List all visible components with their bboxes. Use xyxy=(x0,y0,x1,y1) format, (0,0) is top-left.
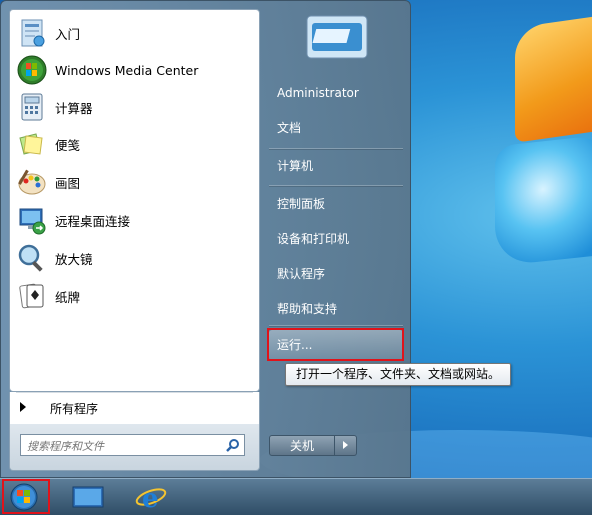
taskbar: e xyxy=(0,478,592,515)
solitaire-icon xyxy=(16,280,48,312)
separator xyxy=(269,185,403,187)
run-highlight-box xyxy=(267,328,404,361)
windows-flag-blue xyxy=(495,133,592,267)
right-item-computer[interactable]: 计算机 xyxy=(269,151,403,181)
right-item-administrator[interactable]: Administrator xyxy=(269,78,403,108)
right-item-devices-printers[interactable]: 设备和打印机 xyxy=(269,224,403,254)
media-center-icon xyxy=(16,54,48,86)
shutdown-button[interactable]: 关机 xyxy=(269,435,335,456)
program-label: 放大镜 xyxy=(55,251,93,267)
separator xyxy=(269,325,403,327)
program-item-media-center[interactable]: Windows Media Center xyxy=(14,51,255,89)
pinned-programs-list: 入门 Windows Media Center 计算器 便笺 画图 远程桌面连接… xyxy=(9,9,260,392)
all-programs-button[interactable]: 所有程序 xyxy=(9,392,260,424)
right-item-help-support[interactable]: 帮助和支持 xyxy=(269,294,403,324)
right-item-default-programs[interactable]: 默认程序 xyxy=(269,259,403,289)
program-label: 入门 xyxy=(55,26,81,42)
windows-flag-orange xyxy=(515,12,592,143)
calculator-icon xyxy=(16,91,48,123)
search-input[interactable] xyxy=(25,437,219,455)
right-item-control-panel[interactable]: 控制面板 xyxy=(269,189,403,219)
start-menu: 入门 Windows Media Center 计算器 便笺 画图 远程桌面连接… xyxy=(0,0,411,478)
separator xyxy=(269,148,403,150)
start-highlight-box xyxy=(2,479,50,514)
program-label: 便笺 xyxy=(55,137,81,153)
program-label: Windows Media Center xyxy=(55,62,199,78)
user-picture[interactable] xyxy=(306,15,368,59)
internet-explorer-icon[interactable]: e xyxy=(133,482,169,514)
paint-icon xyxy=(16,166,48,198)
remote-desktop-icon xyxy=(16,204,48,236)
show-desktop-icon[interactable] xyxy=(70,482,106,512)
program-label: 远程桌面连接 xyxy=(55,213,131,229)
arrow-right-icon xyxy=(20,402,26,412)
search-icon[interactable] xyxy=(226,438,240,452)
all-programs-label: 所有程序 xyxy=(50,402,99,416)
right-item-documents[interactable]: 文档 xyxy=(269,113,403,143)
magnifier-icon xyxy=(16,242,48,274)
program-label: 计算器 xyxy=(55,100,93,116)
search-area xyxy=(9,424,260,471)
sticky-notes-icon xyxy=(16,128,48,160)
program-item-paint[interactable]: 画图 xyxy=(14,163,255,201)
getting-started-icon xyxy=(16,17,48,49)
svg-text:e: e xyxy=(142,484,159,512)
program-item-solitaire[interactable]: 纸牌 xyxy=(14,277,255,315)
program-item-sticky-notes[interactable]: 便笺 xyxy=(14,125,255,163)
search-box xyxy=(20,434,245,456)
program-item-magnifier[interactable]: 放大镜 xyxy=(14,239,255,277)
program-item-remote-desktop[interactable]: 远程桌面连接 xyxy=(14,201,255,239)
run-tooltip: 打开一个程序、文件夹、文档或网站。 xyxy=(285,363,512,386)
program-item-calculator[interactable]: 计算器 xyxy=(14,88,255,126)
program-label: 画图 xyxy=(55,175,81,191)
program-item-getting-started[interactable]: 入门 xyxy=(14,14,255,52)
separator xyxy=(16,392,253,393)
shutdown-options-button[interactable] xyxy=(335,435,357,456)
program-label: 纸牌 xyxy=(55,289,81,305)
